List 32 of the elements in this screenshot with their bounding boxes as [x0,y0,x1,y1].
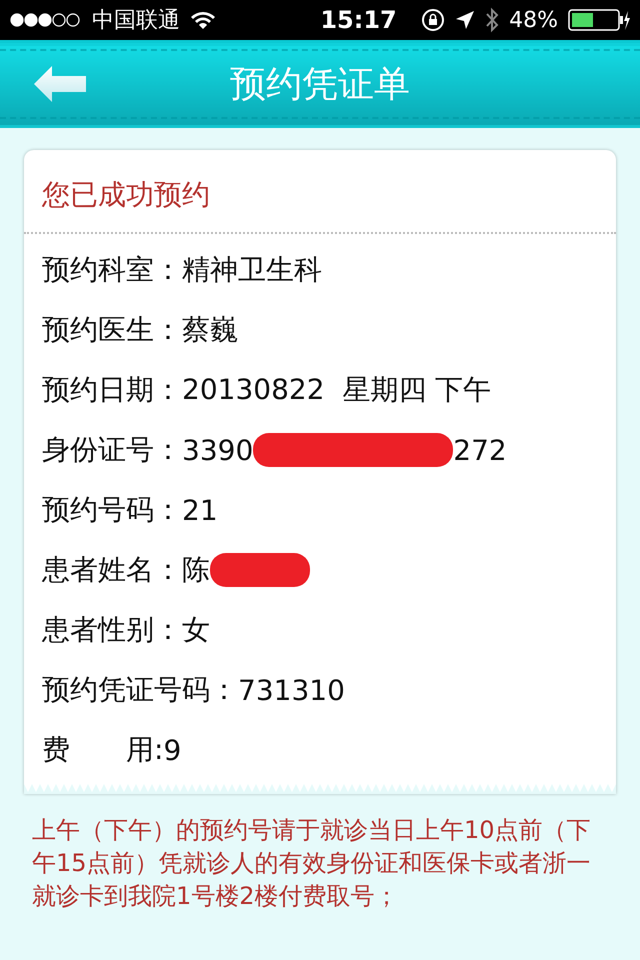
field-value: 蔡巍 [182,312,238,348]
field-value: 9 [163,734,182,766]
field-value: 3390 [182,434,254,466]
field-value: 精神卫生科 [182,252,322,288]
field-label: 预约科室： [42,252,182,288]
status-time: 15:17 [320,6,397,34]
location-icon [455,10,476,30]
bluetooth-icon [485,7,500,33]
back-arrow-icon[interactable] [34,66,86,102]
field-value: 272 [453,434,507,466]
card-title: 您已成功预约 [42,178,210,211]
field-value: 21 [182,494,218,526]
field-label: 患者性别： [42,612,182,648]
wifi-icon [190,10,216,30]
field-value: 731310 [238,674,345,706]
field-value: 女 [182,612,210,648]
pickup-notice: 上午（下午）的预约号请于就诊当日上午10点前（下午15点前）凭就诊人的有效身份证和医保卡或者浙一就诊卡到我院1号楼2楼付费取号； [32,815,592,912]
carrier-name: 中国联通 [92,7,180,35]
field-label: 患者姓名： [42,552,182,588]
field-value: 陈 [182,552,210,588]
rotation-lock-icon [421,8,446,32]
page-title: 预约凭证单 [230,64,410,104]
battery-icon [568,9,630,31]
field-label: 预约号码： [42,492,182,528]
field-label: 身份证号： [42,432,182,468]
battery-percent: 48% [509,8,558,32]
field-label: 预约凭证号码： [42,672,238,708]
field-value: 20130822 星期四 下午 [182,372,492,408]
field-label: 费 用: [42,732,164,768]
field-label: 预约医生： [42,312,182,348]
signal-icon [10,13,82,27]
field-label: 预约日期： [42,372,182,408]
